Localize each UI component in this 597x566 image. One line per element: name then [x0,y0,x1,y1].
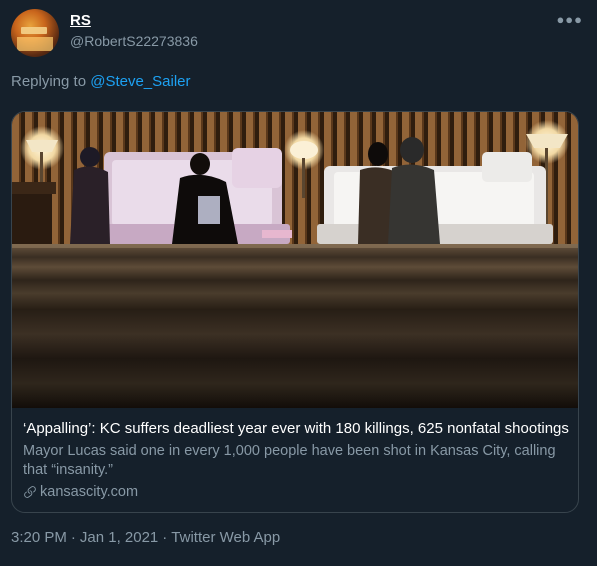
link-card[interactable]: ‘Appalling’: KC suffers deadliest year e… [11,111,579,513]
tweet-meta: 3:20 PM · Jan 1, 2021 · Twitter Web App [11,529,280,546]
tweet-source[interactable]: Twitter Web App [171,529,280,546]
link-icon [24,486,36,498]
tweet-date[interactable]: Jan 1, 2021 [80,529,158,546]
card-text: ‘Appalling’: KC suffers deadliest year e… [23,419,569,500]
card-title: ‘Appalling’: KC suffers deadliest year e… [23,420,569,437]
replying-to: Replying to @Steve_Sailer [11,73,191,90]
card-image-illustration [12,112,578,408]
more-options-icon[interactable]: ●●● [556,12,583,27]
avatar-window [17,37,53,51]
avatar-sign [21,27,47,34]
tweet-time[interactable]: 3:20 PM [11,529,67,546]
card-domain-text: kansascity.com [40,484,139,500]
avatar[interactable] [11,9,59,57]
replying-prefix: Replying to [11,73,87,90]
display-name[interactable]: RS [70,12,91,29]
meta-separator: · [70,529,76,546]
user-handle[interactable]: @RobertS22273836 [70,33,198,49]
tweet: RS @RobertS22273836 ●●● Replying to @Ste… [0,0,597,566]
card-description: Mayor Lucas said one in every 1,000 peop… [23,443,556,478]
card-domain: kansascity.com [23,484,568,500]
card-image [12,112,578,408]
reply-mention-link[interactable]: @Steve_Sailer [90,73,190,90]
meta-separator: · [162,529,168,546]
